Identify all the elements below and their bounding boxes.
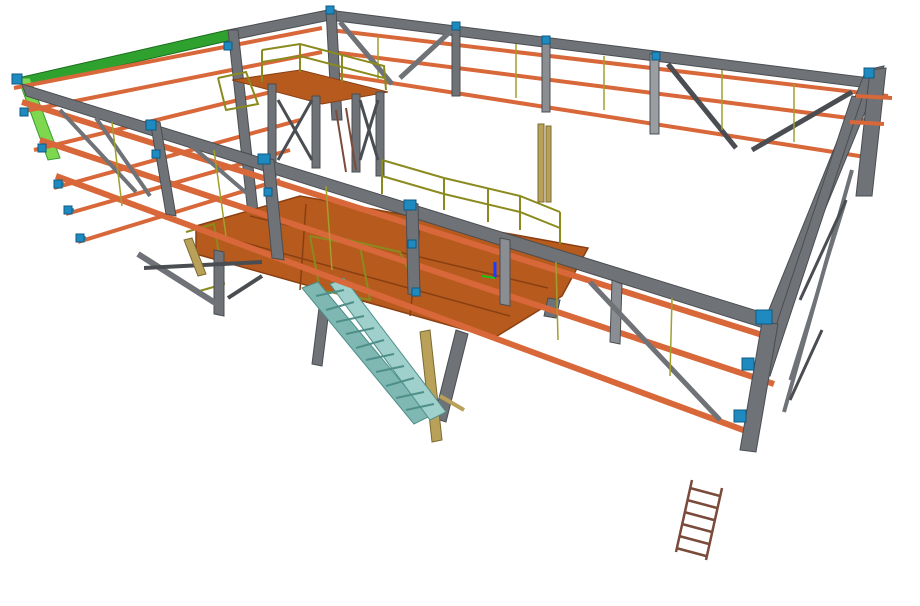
ladder-rail (674, 479, 694, 553)
connection-plate (151, 149, 161, 159)
tower-column (311, 95, 321, 169)
connection-plate (145, 119, 157, 131)
connection-plate (651, 51, 661, 61)
connection-plate (53, 179, 63, 189)
back-wall-column (451, 23, 461, 97)
standalone-post (537, 123, 545, 203)
connection-plate (733, 409, 747, 423)
connection-plate (541, 35, 551, 45)
ladder-rung (678, 534, 710, 546)
sag-rod (669, 297, 673, 377)
mezzanine-brace (226, 274, 264, 300)
loose-ladder (674, 479, 724, 561)
connection-plate (11, 73, 23, 85)
front-wall-column (499, 237, 511, 307)
back-wall-frame (327, 9, 889, 203)
connection-plate (411, 287, 421, 297)
model-viewport[interactable] (0, 0, 920, 606)
standalone-post (545, 125, 552, 203)
connection-plate (325, 5, 335, 15)
connection-plate (75, 233, 85, 243)
connection-plate (741, 357, 755, 371)
connection-plate (755, 309, 773, 325)
connection-plate (451, 21, 461, 31)
connection-plate (223, 41, 233, 51)
mezzanine-brace (136, 251, 222, 309)
ladder-rung (689, 486, 721, 498)
back-wall-top-beam (327, 9, 871, 89)
connection-plate (407, 239, 417, 249)
connection-plate (63, 205, 73, 215)
connection-plate (863, 67, 875, 79)
connection-plate (19, 107, 29, 117)
right-purlin-end (855, 94, 893, 100)
connection-plate (257, 153, 271, 165)
right-purlin-end (849, 120, 885, 126)
ladder-rung (683, 510, 715, 522)
ladder-rung (686, 498, 718, 510)
connection-plate (37, 143, 47, 153)
back-wall-column (541, 37, 551, 113)
ladder-rung (681, 522, 713, 534)
ladder-rung (675, 546, 707, 558)
right-wall-frame (739, 65, 893, 453)
right-corner-column (739, 321, 779, 453)
connection-plate (263, 187, 273, 197)
back-wall-column (649, 53, 660, 135)
ladder-rail (704, 487, 724, 561)
steel-structure-model (11, 5, 893, 561)
tower-column (351, 93, 361, 173)
connection-plate (403, 199, 417, 211)
